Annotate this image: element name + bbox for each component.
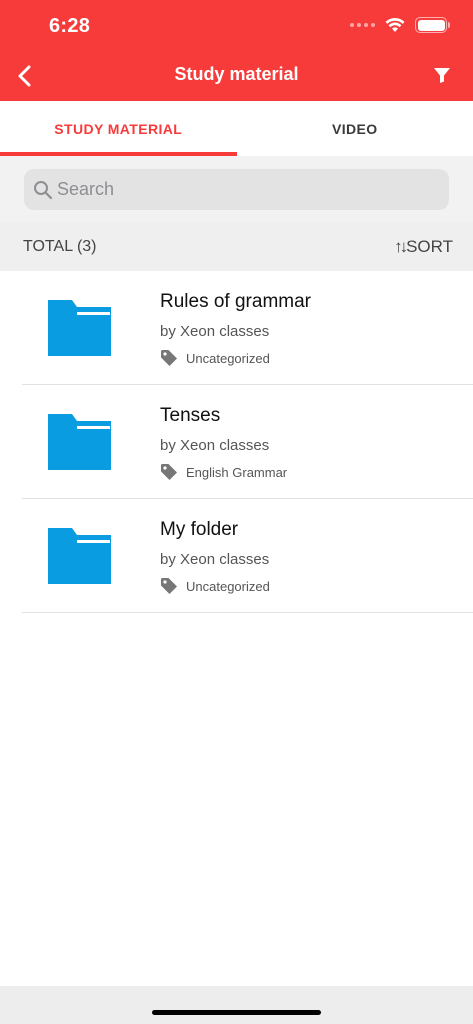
folder-icon — [48, 300, 111, 356]
item-tag: English Grammar — [160, 463, 287, 481]
home-indicator[interactable] — [152, 1010, 321, 1015]
page-title: Study material — [174, 64, 299, 84]
cellular-icon — [350, 23, 375, 27]
item-title: My folder — [160, 519, 239, 540]
item-author: by Xeon classes — [160, 323, 270, 340]
tab-study-material[interactable]: STUDY MATERIAL — [0, 101, 237, 156]
summary-row: TOTAL (3) ↑↓ SORT — [0, 222, 473, 271]
search-bar[interactable] — [24, 169, 449, 210]
tag-icon — [161, 464, 177, 480]
screen: 6:28 Study material STUDY MATERIAL VIDEO… — [0, 0, 473, 1024]
folder-icon — [48, 414, 111, 470]
tab-bar: STUDY MATERIAL VIDEO — [0, 101, 473, 156]
bottom-bar — [0, 986, 473, 1024]
filter-icon — [434, 68, 450, 83]
sort-icon: ↑↓ — [394, 236, 408, 256]
item-title: Rules of grammar — [160, 291, 311, 312]
list-item[interactable]: My folder by Xeon classes Uncategorized — [0, 499, 473, 613]
wifi-icon — [385, 17, 405, 32]
item-tag-label: Uncategorized — [186, 578, 270, 594]
tag-icon — [161, 350, 177, 366]
tag-icon — [161, 578, 177, 594]
search-section — [0, 156, 473, 222]
total-count: TOTAL (3) — [23, 237, 97, 255]
sort-button[interactable]: ↑↓ SORT — [394, 237, 453, 257]
sort-label: SORT — [406, 236, 453, 256]
battery-icon — [415, 17, 450, 33]
item-tag: Uncategorized — [160, 349, 270, 367]
divider — [22, 612, 473, 613]
item-author: by Xeon classes — [160, 551, 270, 568]
search-input[interactable] — [57, 179, 417, 200]
search-icon — [33, 180, 53, 200]
item-tag-label: Uncategorized — [186, 350, 270, 366]
app-header: 6:28 Study material — [0, 0, 473, 101]
item-author: by Xeon classes — [160, 437, 270, 454]
filter-button[interactable] — [433, 66, 453, 86]
tab-video[interactable]: VIDEO — [237, 101, 473, 156]
folder-icon — [48, 528, 111, 584]
list-item[interactable]: Tenses by Xeon classes English Grammar — [0, 385, 473, 499]
list-item[interactable]: Rules of grammar by Xeon classes Uncateg… — [0, 271, 473, 385]
item-title: Tenses — [160, 405, 221, 426]
item-tag: Uncategorized — [160, 577, 270, 595]
status-time: 6:28 — [49, 15, 91, 37]
item-tag-label: English Grammar — [186, 464, 288, 480]
status-icons — [350, 17, 450, 33]
study-material-list: Rules of grammar by Xeon classes Uncateg… — [0, 271, 473, 613]
